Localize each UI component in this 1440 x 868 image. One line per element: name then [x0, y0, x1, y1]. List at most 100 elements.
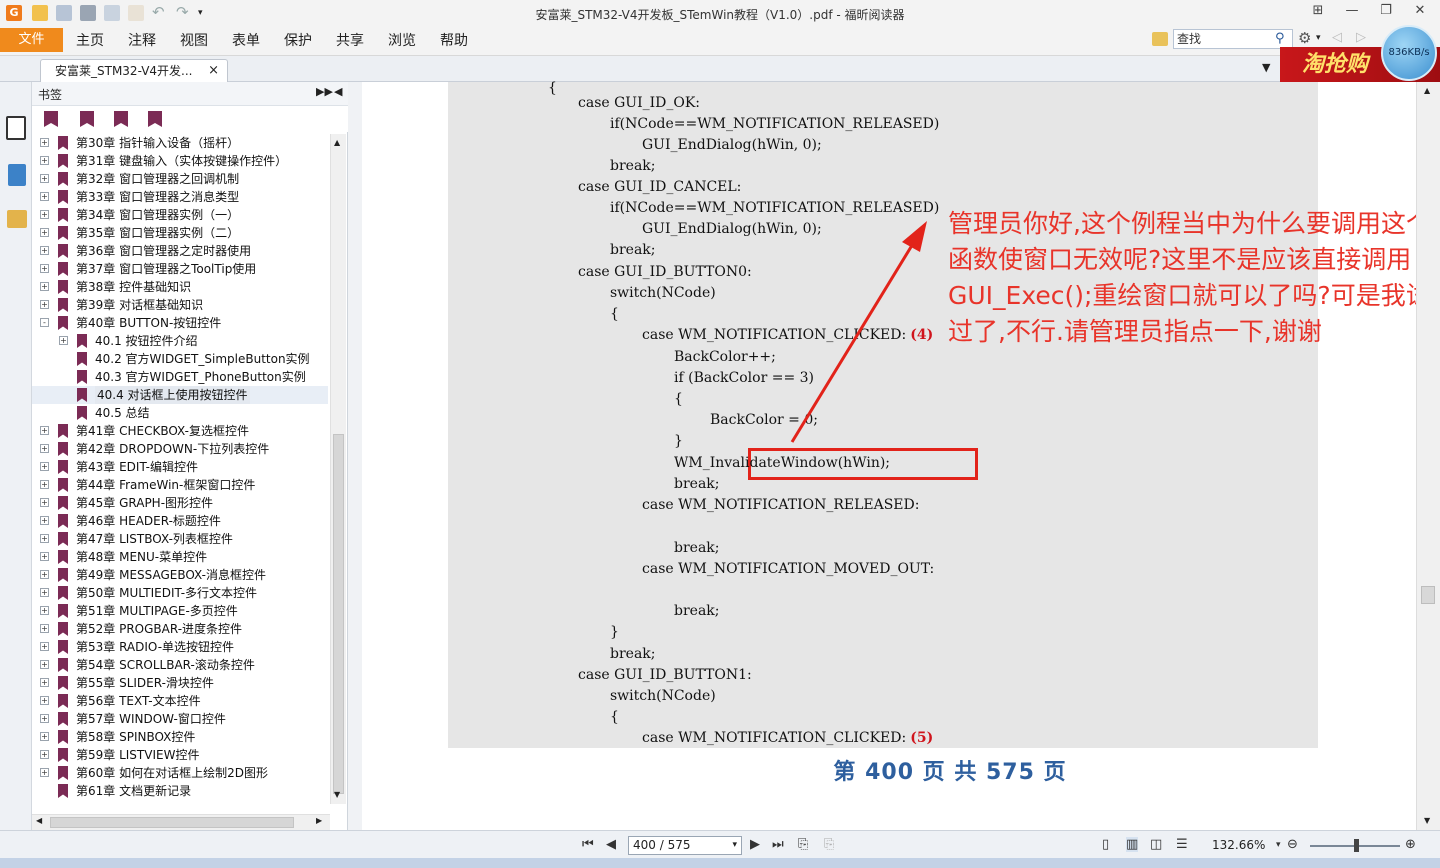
doc-scroll-down-icon[interactable]: ▼	[1424, 816, 1430, 825]
bookmark-item[interactable]: + 第51章 MULTIPAGE-多页控件	[32, 602, 328, 620]
bookmark-item[interactable]: + 第57章 WINDOW-窗口控件	[32, 710, 328, 728]
bookmark-item[interactable]: + 第39章 对话框基础知识	[32, 296, 328, 314]
expand-node-icon[interactable]: +	[40, 210, 49, 219]
menu-view[interactable]: 视图	[180, 30, 208, 50]
sidebar-vertical-scrollbar[interactable]: ▲ ▼	[330, 134, 346, 804]
menu-share[interactable]: 共享	[336, 30, 364, 50]
minimize-button[interactable]: —	[1338, 3, 1366, 23]
expand-node-icon[interactable]: +	[59, 336, 68, 345]
bookmark-item[interactable]: + 第42章 DROPDOWN-下拉列表控件	[32, 440, 328, 458]
bookmark-item[interactable]: + 第31章 键盘输入（实体按键操作控件）	[32, 152, 328, 170]
expand-node-icon[interactable]: +	[40, 678, 49, 687]
file-menu-button[interactable]: 文件	[0, 28, 63, 52]
nav-forward-icon[interactable]: ▷	[1356, 30, 1366, 45]
page-dropdown-icon[interactable]: ▾	[732, 837, 737, 854]
expand-node-icon[interactable]: +	[40, 732, 49, 741]
sidebar-scroll-thumb[interactable]	[333, 434, 344, 794]
pages-panel-icon[interactable]	[8, 164, 26, 186]
bookmark-item[interactable]: 第61章 文档更新记录	[32, 782, 328, 800]
last-page-icon[interactable]: ⏭	[772, 837, 784, 852]
doc-scroll-thumb[interactable]	[1421, 586, 1435, 604]
bookmark-item[interactable]: 40.3 官方WIDGET_PhoneButton实例	[32, 368, 328, 386]
expand-node-icon[interactable]: +	[40, 426, 49, 435]
bookmark-item[interactable]: + 第47章 LISTBOX-列表框控件	[32, 530, 328, 548]
bookmark-item[interactable]: + 第37章 窗口管理器之ToolTip使用	[32, 260, 328, 278]
bookmark-item[interactable]: + 第46章 HEADER-标题控件	[32, 512, 328, 530]
panel-splitter[interactable]	[348, 82, 362, 830]
sidebar-hscroll-thumb[interactable]	[50, 817, 294, 828]
expand-node-icon[interactable]: +	[40, 516, 49, 525]
expand-node-icon[interactable]: +	[40, 624, 49, 633]
bookmark-item[interactable]: + 第55章 SLIDER-滑块控件	[32, 674, 328, 692]
comments-panel-icon[interactable]	[7, 210, 27, 228]
add-bookmark-icon[interactable]	[80, 111, 94, 127]
menu-form[interactable]: 表单	[232, 30, 260, 50]
bookmark-item[interactable]: + 第58章 SPINBOX控件	[32, 728, 328, 746]
settings-dropdown-icon[interactable]: ▾	[1316, 33, 1321, 43]
next-page-icon[interactable]: ▶	[750, 837, 760, 852]
collapse-node-icon[interactable]: -	[40, 318, 49, 327]
bookmark-item[interactable]: + 第41章 CHECKBOX-复选框控件	[32, 422, 328, 440]
expand-node-icon[interactable]: +	[40, 588, 49, 597]
bookmark-item[interactable]: +40.1 按钮控件介绍	[32, 332, 328, 350]
menu-protect[interactable]: 保护	[284, 30, 312, 50]
expand-node-icon[interactable]: +	[40, 750, 49, 759]
sidebar-expand-icon[interactable]: ▶▶	[316, 85, 333, 98]
menu-help[interactable]: 帮助	[440, 30, 468, 50]
copy-page-icon[interactable]: ⎘	[798, 837, 808, 852]
scroll-right-icon[interactable]: ▶	[316, 816, 322, 825]
page-number-input[interactable]: 400 / 575 ▾	[628, 836, 742, 855]
ribbon-collapse-icon[interactable]: ▼	[1262, 61, 1270, 74]
menu-home[interactable]: 主页	[76, 30, 104, 50]
nav-back-icon[interactable]: ◁	[1332, 30, 1342, 45]
reflow-icon[interactable]: ⎘	[824, 837, 834, 852]
restore-layout-icon[interactable]: ⊞	[1304, 3, 1332, 23]
expand-node-icon[interactable]: +	[40, 534, 49, 543]
zoom-in-icon[interactable]: ⊕	[1405, 837, 1416, 852]
expand-node-icon[interactable]: +	[40, 696, 49, 705]
bookmark-item[interactable]: + 第44章 FrameWin-框架窗口控件	[32, 476, 328, 494]
zoom-dropdown-icon[interactable]: ▾	[1276, 840, 1281, 850]
expand-node-icon[interactable]: +	[40, 660, 49, 669]
bookmark-item[interactable]: + 第32章 窗口管理器之回调机制	[32, 170, 328, 188]
bookmark-item[interactable]: + 第52章 PROGBAR-进度条控件	[32, 620, 328, 638]
expand-node-icon[interactable]: +	[40, 444, 49, 453]
close-tab-icon[interactable]: ×	[208, 60, 219, 82]
delete-bookmark-icon[interactable]	[44, 111, 58, 127]
document-vertical-scrollbar[interactable]: ▲ ▼	[1416, 82, 1440, 830]
expand-node-icon[interactable]: +	[40, 282, 49, 291]
expand-node-icon[interactable]: +	[40, 300, 49, 309]
bookmark-item[interactable]: + 第45章 GRAPH-图形控件	[32, 494, 328, 512]
expand-node-icon[interactable]: +	[40, 462, 49, 471]
zoom-slider-handle[interactable]	[1354, 839, 1359, 852]
bookmark-item[interactable]: + 第38章 控件基础知识	[32, 278, 328, 296]
menu-comment[interactable]: 注释	[128, 30, 156, 50]
find-folder-icon[interactable]	[1152, 32, 1168, 46]
bookmark-item[interactable]: + 第53章 RADIO-单选按钮控件	[32, 638, 328, 656]
expand-node-icon[interactable]: +	[40, 138, 49, 147]
zoom-level[interactable]: 132.66%	[1212, 838, 1265, 852]
maximize-button[interactable]: ❐	[1372, 3, 1400, 23]
bookmark-item[interactable]: 40.5 总结	[32, 404, 328, 422]
settings-gear-icon[interactable]: ⚙	[1298, 29, 1311, 47]
bookmark-item[interactable]: + 第59章 LISTVIEW控件	[32, 746, 328, 764]
bookmark-item[interactable]: + 第35章 窗口管理器实例（二）	[32, 224, 328, 242]
bookmark-item[interactable]: + 第50章 MULTIEDIT-多行文本控件	[32, 584, 328, 602]
scroll-left-icon[interactable]: ◀	[36, 816, 42, 825]
scroll-up-icon[interactable]: ▲	[334, 138, 340, 147]
bookmark-item[interactable]: + 第60章 如何在对话框上绘制2D图形	[32, 764, 328, 782]
close-button[interactable]: ✕	[1406, 3, 1434, 23]
expand-node-icon[interactable]: +	[40, 228, 49, 237]
expand-node-icon[interactable]: +	[40, 570, 49, 579]
bookmarks-panel-icon[interactable]	[6, 116, 26, 140]
facing-view-icon[interactable]: ◫	[1150, 837, 1162, 852]
bookmark-item[interactable]: + 第33章 窗口管理器之消息类型	[32, 188, 328, 206]
expand-node-icon[interactable]: +	[40, 246, 49, 255]
bookmark-item[interactable]: + 第30章 指针输入设备（摇杆）	[32, 134, 328, 152]
expand-node-icon[interactable]: +	[40, 264, 49, 273]
previous-page-icon[interactable]: ◀	[606, 837, 616, 852]
bookmark-item[interactable]: + 第34章 窗口管理器实例（一）	[32, 206, 328, 224]
bookmark-item[interactable]: + 第49章 MESSAGEBOX-消息框控件	[32, 566, 328, 584]
expand-node-icon[interactable]: +	[40, 714, 49, 723]
bookmark-properties-icon[interactable]	[148, 111, 162, 127]
